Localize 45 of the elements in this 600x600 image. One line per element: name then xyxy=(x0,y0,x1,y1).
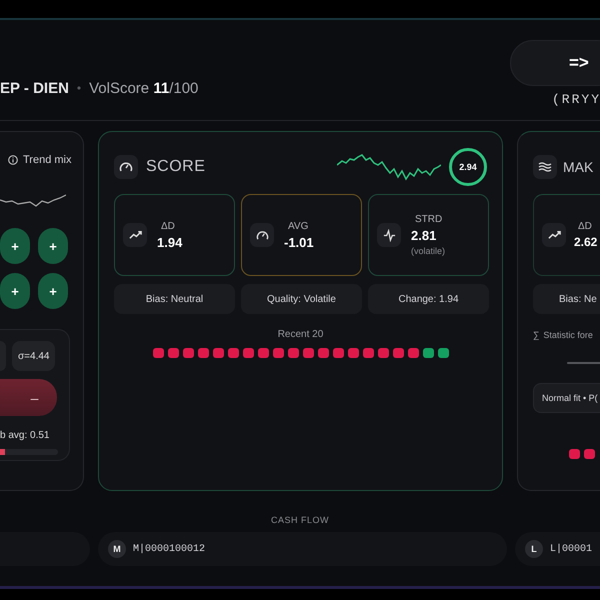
code-text: (RRYY xyxy=(552,92,600,107)
fit-pill: Normal fit • P( xyxy=(533,383,600,413)
stat-label: STRD xyxy=(415,214,442,225)
minus-button[interactable]: – xyxy=(0,379,57,416)
info-pill: Bias: Neutral xyxy=(114,284,235,314)
trend-arrow-icon xyxy=(542,223,566,247)
pulse-icon xyxy=(377,223,401,247)
stat-value: 2.62 xyxy=(574,235,598,249)
flow-code: M|0000100012 xyxy=(133,544,206,554)
legend-label: Trend mix xyxy=(23,154,72,166)
info-icon xyxy=(8,155,18,165)
plus-toggle[interactable]: + xyxy=(0,273,30,309)
separator-dot: • xyxy=(76,81,82,95)
trend-arrow-icon xyxy=(123,223,147,247)
action-button[interactable]: => xyxy=(510,40,600,86)
volscore-text: VolScore 11/100 xyxy=(89,80,198,96)
page-title: EP - DIEN xyxy=(0,80,69,96)
stat-value: 1.94 xyxy=(157,234,182,250)
plus-toggle[interactable]: + xyxy=(38,228,68,264)
card-title: MAK xyxy=(563,159,594,175)
letter-badge: L xyxy=(525,540,543,558)
note-text: Statistic fore xyxy=(543,330,593,340)
info-pill: Bias: Ne xyxy=(533,284,600,314)
sigma-icon: ∑ xyxy=(533,330,540,340)
stat-chip: σ=4.44 xyxy=(12,341,56,371)
waves-icon xyxy=(533,155,557,179)
section-title: CASH FLOW xyxy=(270,515,330,525)
card-title: SCORE xyxy=(146,158,206,176)
stat-value: -1.01 xyxy=(284,234,314,250)
gauge-icon xyxy=(250,223,274,247)
stat-label: AVG xyxy=(288,220,308,232)
plus-toggle[interactable]: + xyxy=(38,273,68,309)
stat-value: 2.81 xyxy=(411,228,436,243)
stat-note: (volatile) xyxy=(411,246,446,256)
stat-label: ΔD xyxy=(578,221,592,232)
recent-label: Recent 20 xyxy=(276,329,324,340)
letter-badge: M xyxy=(108,540,126,558)
gauge-icon xyxy=(114,155,138,179)
flow-code: L|00001 xyxy=(550,544,592,554)
average-text: b avg: 0.51 xyxy=(0,430,50,441)
info-pill: Change: 1.94 xyxy=(368,284,489,314)
info-pill: Quality: Volatile xyxy=(241,284,362,314)
stat-label: ΔD xyxy=(161,220,175,232)
score-ring: 2.94 xyxy=(449,148,487,186)
plus-toggle[interactable]: + xyxy=(0,228,30,264)
